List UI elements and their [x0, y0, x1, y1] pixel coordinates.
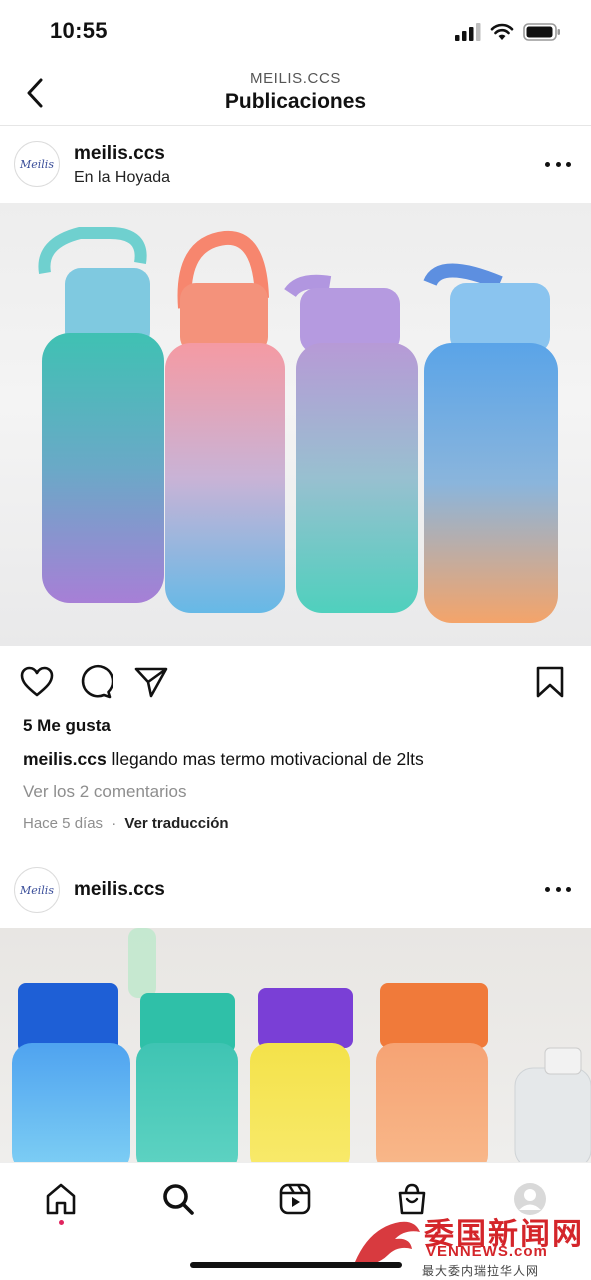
search-icon [163, 1184, 194, 1215]
page-header: MEILIS.CCS Publicaciones [0, 62, 591, 126]
avatar[interactable]: Meilis [14, 867, 60, 913]
avatar[interactable]: Meilis [14, 141, 60, 187]
water-bottles-photo [12, 928, 591, 1162]
status-bar: 10:55 [0, 0, 591, 62]
site-watermark: 委国新闻网 VENNEWS.com 最大委内瑞拉华人网 [350, 1205, 590, 1280]
meta-separator: · [111, 815, 117, 832]
more-options-button[interactable] [545, 884, 571, 894]
header-account: MEILIS.CCS [249, 70, 342, 87]
wifi-icon [490, 23, 514, 40]
tab-reels[interactable] [275, 1179, 315, 1219]
battery-icon [523, 23, 560, 41]
more-horizontal-icon [545, 161, 550, 167]
view-comments-link[interactable]: Ver los 2 comentarios [23, 782, 186, 802]
post-meta: Hace 5 días · Ver traducción [23, 815, 229, 832]
caption-username[interactable]: meilis.ccs [23, 749, 107, 769]
comment-icon [81, 664, 115, 699]
post-header: Meilis meilis.ccs [0, 854, 591, 926]
more-options-button[interactable] [545, 159, 571, 169]
watermark-english: VENNEWS.com [426, 1243, 548, 1260]
caption-text: llegando mas termo motivacional de 2lts [111, 749, 424, 769]
more-horizontal-icon [545, 886, 550, 892]
post-actions [0, 660, 591, 704]
post-timestamp: Hace 5 días [23, 815, 104, 832]
save-button[interactable] [532, 664, 568, 700]
avatar-logo-text: Meilis [20, 157, 54, 171]
post-location[interactable]: En la Hoyada [74, 169, 170, 187]
water-bottles-photo [38, 227, 558, 623]
post-header: Meilis meilis.ccs En la Hoyada [0, 131, 591, 203]
home-activity-dot [59, 1220, 64, 1225]
tab-home[interactable] [41, 1179, 81, 1219]
send-icon [134, 667, 168, 698]
share-button[interactable] [133, 664, 169, 700]
post-image[interactable] [0, 928, 591, 1162]
like-button[interactable] [19, 664, 55, 700]
post-username[interactable]: meilis.ccs [74, 879, 165, 901]
home-icon [46, 1183, 76, 1215]
page-title: Publicaciones [224, 90, 367, 113]
watermark-subtitle: 最大委内瑞拉华人网 [422, 1264, 540, 1278]
post-image[interactable] [0, 203, 591, 646]
tab-search[interactable] [158, 1179, 198, 1219]
post-caption: meilis.ccs llegando mas termo motivacion… [23, 749, 424, 770]
heart-icon [20, 666, 54, 697]
bookmark-icon [536, 666, 564, 698]
see-translation-link[interactable]: Ver traducción [124, 815, 228, 832]
home-indicator [190, 1262, 402, 1268]
status-icons [455, 20, 561, 44]
post-username[interactable]: meilis.ccs [74, 143, 165, 165]
reels-icon [279, 1183, 311, 1215]
comment-button[interactable] [77, 664, 115, 700]
likes-count[interactable]: 5 Me gusta [23, 716, 111, 736]
cellular-signal-icon [455, 23, 481, 41]
avatar-logo-text: Meilis [20, 883, 54, 897]
status-time: 10:55 [50, 18, 108, 43]
